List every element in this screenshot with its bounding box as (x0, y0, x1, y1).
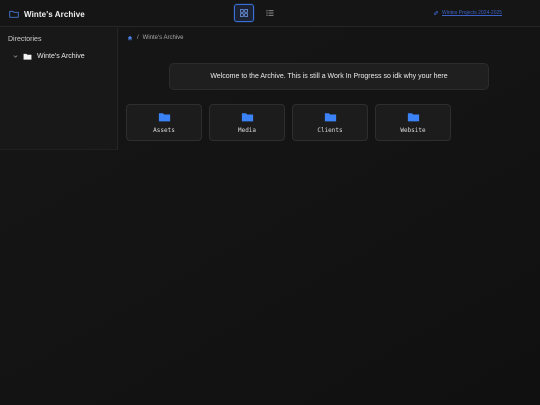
folder-icon (324, 112, 336, 121)
chevron-down-icon[interactable] (13, 54, 18, 59)
home-icon[interactable] (127, 35, 133, 41)
welcome-text: Welcome to the Archive. This is still a … (210, 73, 448, 80)
brand[interactable]: Winte's Archive (9, 7, 85, 21)
folder-card-website[interactable]: Website (375, 104, 451, 141)
folder-icon (158, 112, 170, 121)
sidebar-title: Directories (8, 36, 42, 43)
folder-icon (241, 112, 253, 121)
folder-icon (23, 53, 32, 60)
top-bar: Winte's Archive Wintes Projects 2024-202… (0, 0, 540, 27)
grid-view-button[interactable] (234, 4, 254, 22)
tree-item-label: Winte's Archive (37, 53, 85, 60)
breadcrumb: / Winte's Archive (127, 35, 184, 41)
folder-name: Clients (317, 126, 343, 134)
breadcrumb-item-current[interactable]: Winte's Archive (143, 35, 184, 41)
list-view-button[interactable] (260, 4, 280, 22)
welcome-banner: Welcome to the Archive. This is still a … (169, 63, 489, 90)
folder-icon (407, 112, 419, 121)
sidebar: Directories Winte's Archive (0, 28, 118, 150)
folder-name: Website (400, 126, 426, 134)
folder-card-assets[interactable]: Assets (126, 104, 202, 141)
breadcrumb-separator: / (137, 35, 139, 41)
folder-name: Media (237, 126, 257, 134)
folder-grid: Assets Media Clients Website (126, 104, 451, 141)
projects-link[interactable]: Wintes Projects 2024-2025 (433, 10, 502, 16)
tree-item-wintes-archive[interactable]: Winte's Archive (13, 53, 85, 60)
folder-card-clients[interactable]: Clients (292, 104, 368, 141)
link-icon (433, 10, 439, 16)
projects-link-text: Wintes Projects 2024-2025 (442, 10, 503, 16)
grid-icon (240, 9, 248, 17)
folder-name: Assets (153, 126, 175, 134)
folder-outline-icon (9, 10, 19, 18)
app-title: Winte's Archive (24, 9, 85, 19)
folder-card-media[interactable]: Media (209, 104, 285, 141)
view-toggle (234, 4, 280, 22)
list-icon (266, 10, 274, 16)
